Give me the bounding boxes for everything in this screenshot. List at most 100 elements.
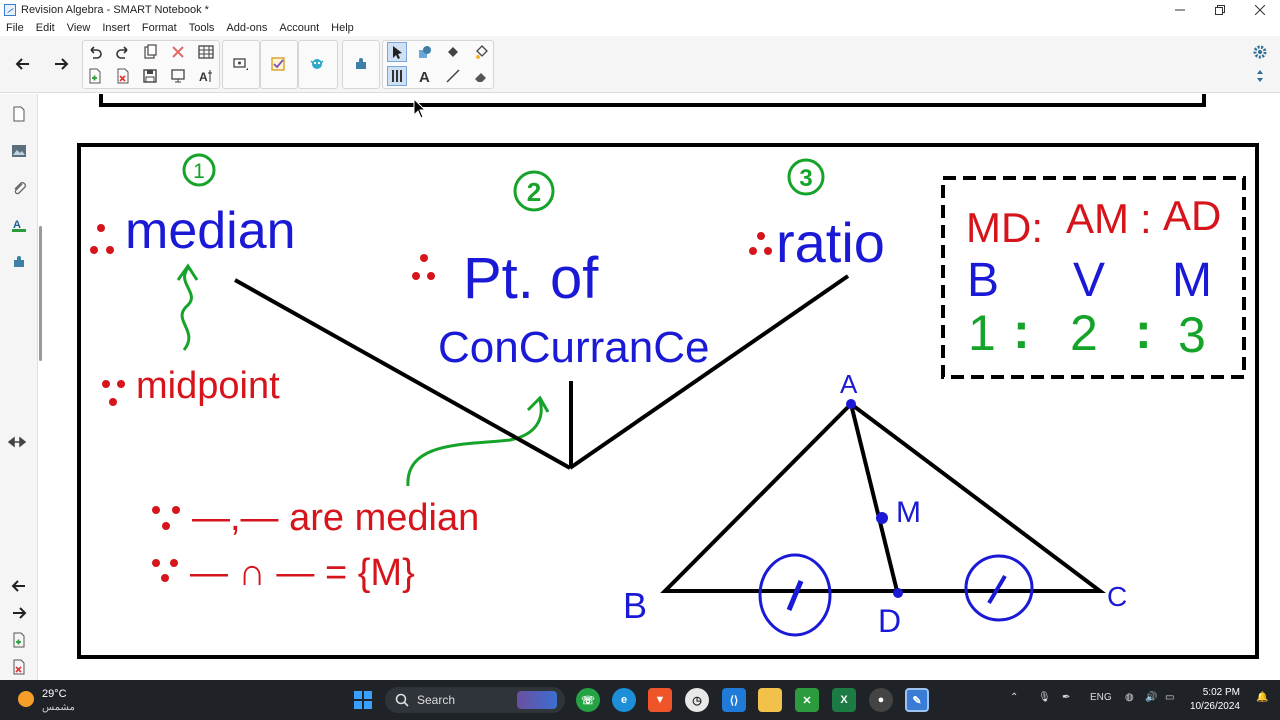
page-sorter-icon[interactable] (9, 104, 29, 124)
median-text: median (125, 202, 296, 260)
clock-app-icon[interactable]: ◷ (685, 688, 709, 712)
triangle-abc: A B C D M (623, 369, 1127, 639)
menu-view[interactable]: View (61, 22, 97, 34)
svg-text::: : (1135, 303, 1152, 359)
toolbar: A A (0, 36, 1280, 93)
properties-icon[interactable]: A (196, 66, 216, 86)
search-placeholder: Search (417, 693, 456, 707)
move-vertical-icon[interactable] (1250, 66, 1270, 86)
temperature: 29°C (42, 688, 67, 700)
notification-icon[interactable]: 🔔 (1256, 692, 1268, 703)
concurrance-text: ConCurranCe (438, 323, 709, 372)
minimize-icon[interactable] (1160, 0, 1200, 20)
next-page-icon[interactable] (9, 603, 29, 623)
chevron-up-icon[interactable]: ⌃ (1010, 692, 1018, 703)
clock[interactable]: 5:02 PM 10/26/2024 (1190, 686, 1240, 714)
gear-icon[interactable] (1250, 42, 1270, 62)
svg-text:3: 3 (1178, 307, 1206, 363)
windows-start-icon[interactable] (351, 688, 375, 712)
line-icon[interactable] (443, 66, 463, 86)
whatsapp-icon[interactable]: ☏ (576, 688, 600, 712)
svg-text:AD: AD (1163, 192, 1221, 239)
table-icon[interactable] (196, 42, 216, 62)
edge-icon[interactable]: e (612, 688, 636, 712)
pen-icon[interactable]: ✒ (1062, 692, 1070, 703)
add-page-icon[interactable] (85, 66, 105, 86)
svg-text:M: M (1172, 254, 1212, 307)
svg-text:B: B (623, 585, 647, 626)
window-title: Revision Algebra - SMART Notebook * (21, 4, 209, 16)
magic-pen-icon[interactable] (471, 42, 491, 62)
prev-page-icon[interactable] (9, 576, 29, 596)
xbox-icon[interactable]: ✕ (795, 688, 819, 712)
menu-account[interactable]: Account (273, 22, 325, 34)
vscode-icon[interactable]: ⟨⟩ (722, 688, 746, 712)
brave-icon[interactable]: ▼ (648, 688, 672, 712)
menu-addons[interactable]: Add-ons (220, 22, 273, 34)
arrow-right-icon[interactable] (51, 54, 71, 74)
widgets-icon (517, 691, 557, 709)
taskbar-search[interactable]: Search (385, 687, 565, 713)
restore-icon[interactable] (1200, 0, 1240, 20)
save-icon[interactable] (140, 66, 160, 86)
sidebar: A (0, 94, 38, 680)
properties-icon[interactable]: A (9, 215, 29, 235)
arrow-left-icon[interactable] (13, 54, 33, 74)
menu-edit[interactable]: Edit (30, 22, 61, 34)
menu-help[interactable]: Help (325, 22, 360, 34)
menu-format[interactable]: Format (136, 22, 183, 34)
delete-page-icon[interactable] (113, 66, 133, 86)
lab-icon[interactable] (307, 54, 327, 74)
delete-page-icon[interactable] (9, 657, 29, 677)
close-icon[interactable] (1240, 0, 1280, 20)
addons-icon[interactable] (9, 252, 29, 272)
network-icon[interactable]: ◍ (1125, 692, 1134, 703)
pens-icon[interactable] (387, 66, 407, 86)
paste-icon[interactable] (140, 42, 160, 62)
sun-icon (18, 691, 34, 707)
gallery-icon[interactable] (9, 141, 29, 161)
battery-icon[interactable]: ▭ (1165, 692, 1174, 703)
add-page-icon[interactable] (9, 630, 29, 650)
move-horizontal-icon[interactable] (7, 432, 27, 452)
text-icon[interactable]: A (415, 66, 435, 86)
fill-icon[interactable] (443, 42, 463, 62)
eraser-icon[interactable] (471, 66, 491, 86)
addon-icon[interactable] (351, 54, 371, 74)
svg-text:A: A (840, 369, 858, 399)
smart-notebook-icon[interactable]: ✎ (905, 688, 929, 712)
screen-shade-icon[interactable] (168, 66, 188, 86)
svg-text:C: C (1107, 581, 1127, 612)
response-icon[interactable] (268, 54, 288, 74)
excel-icon[interactable]: X (832, 688, 856, 712)
menu-file[interactable]: File (0, 22, 30, 34)
intersection-text: — ∩ — = {M} (190, 552, 415, 594)
select-icon[interactable] (387, 42, 407, 62)
microphone-icon[interactable]: 🎙 (1038, 692, 1051, 703)
whiteboard-canvas[interactable]: 1 2 3 median Pt. of ConCurranCe ratio mi… (42, 94, 1280, 680)
menu-tools[interactable]: Tools (183, 22, 221, 34)
language-indicator[interactable]: ENG (1090, 692, 1112, 703)
taskbar: 29°C مشمس Search ☏ e ▼ ◷ ⟨⟩ ✕ X ● ✎ ⌃ 🎙 … (0, 680, 1280, 720)
svg-text::: : (1140, 195, 1152, 242)
window-controls (1160, 0, 1280, 20)
svg-text:2: 2 (1070, 305, 1098, 361)
clock-date: 10/26/2024 (1189, 701, 1240, 712)
volume-icon[interactable]: 🔊 (1145, 692, 1157, 703)
svg-text:M: M (896, 496, 921, 529)
svg-text:A: A (199, 70, 208, 84)
file-explorer-icon[interactable] (758, 688, 782, 712)
point-of-text: Pt. of (463, 246, 599, 311)
number-two-marker: 2 (513, 170, 555, 212)
menu-insert[interactable]: Insert (96, 22, 136, 34)
attachments-icon[interactable] (9, 178, 29, 198)
redo-icon[interactable] (113, 42, 133, 62)
delete-icon[interactable] (168, 42, 188, 62)
midpoint-text: midpoint (136, 365, 280, 407)
display-icon[interactable] (230, 54, 250, 74)
obs-icon[interactable]: ● (869, 688, 893, 712)
number-three-marker: 3 (787, 158, 825, 196)
shapes-icon[interactable] (415, 42, 435, 62)
svg-text:AM: AM (1066, 195, 1129, 242)
undo-icon[interactable] (85, 42, 105, 62)
